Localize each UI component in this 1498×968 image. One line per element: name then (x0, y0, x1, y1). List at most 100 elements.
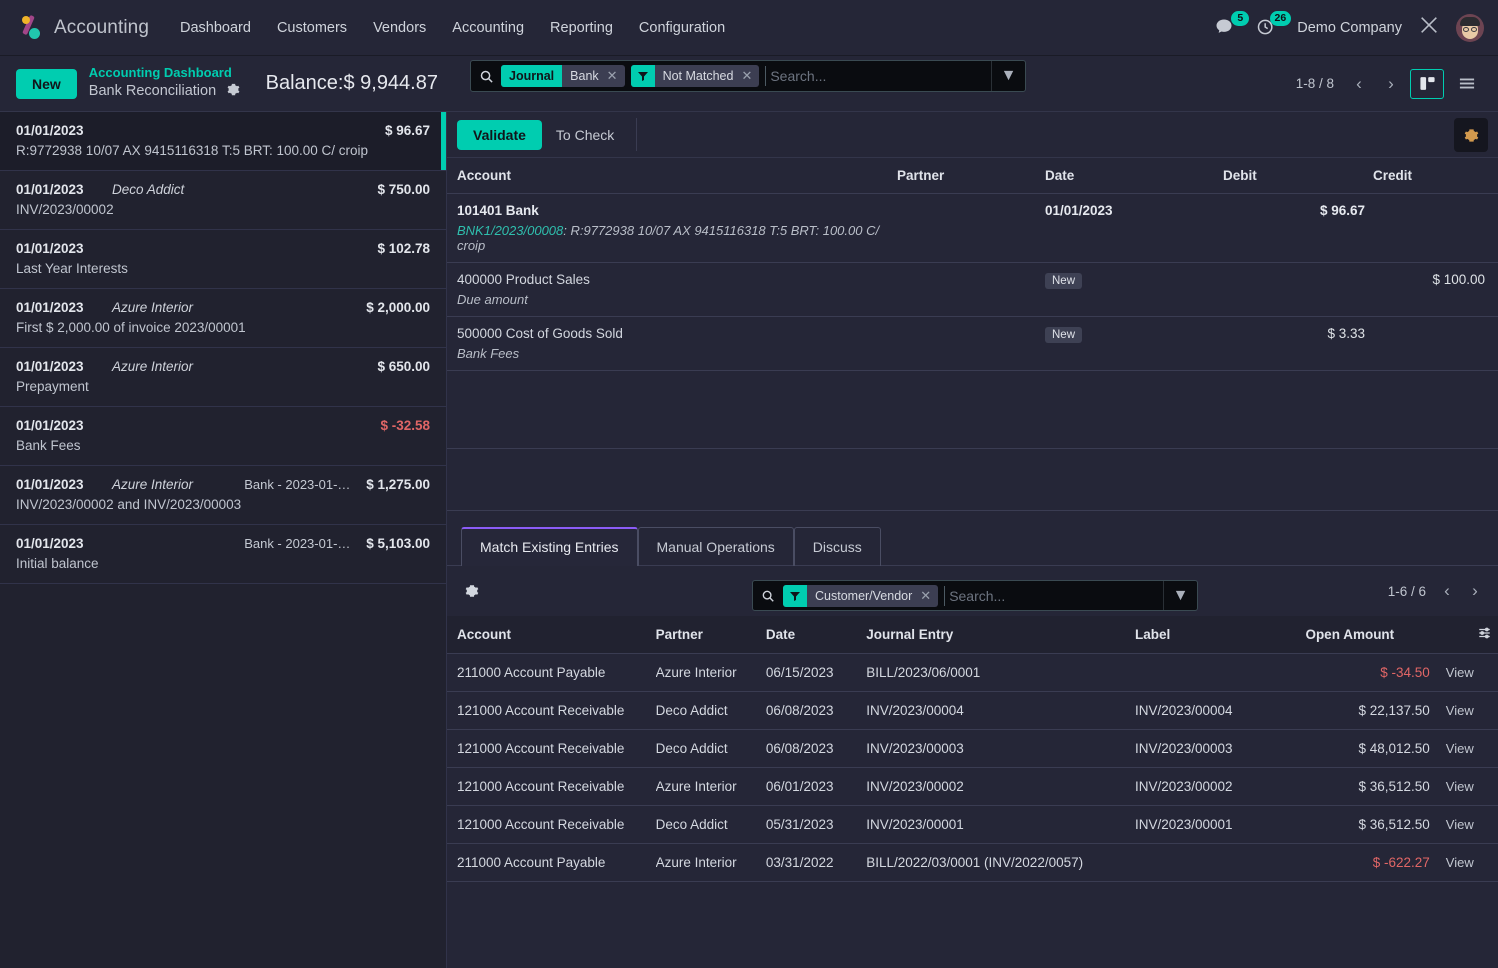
journal-line-credit (1373, 193, 1493, 263)
line-partner: Azure Interior (112, 359, 194, 374)
matching-search-input[interactable] (944, 585, 1163, 606)
validate-button[interactable]: Validate (457, 119, 542, 150)
header-partner: Partner (655, 616, 766, 654)
matching-pager-previous-button[interactable]: ‹ (1434, 578, 1460, 604)
matching-row[interactable]: 211000 Account Payable Azure Interior 06… (447, 653, 1498, 692)
matching-entries-table: Account Partner Date Journal Entry Label… (447, 616, 1498, 882)
menu-item-accounting[interactable]: Accounting (439, 14, 537, 42)
journal-line-row[interactable]: 500000 Cost of Goods Sold Bank Fees New … (447, 316, 1498, 371)
matching-settings-gear-icon[interactable] (457, 584, 487, 598)
pager-previous-button[interactable]: ‹ (1346, 71, 1372, 97)
header-journal-entry: Journal Entry (866, 616, 1135, 654)
new-button[interactable]: New (16, 68, 77, 99)
reconcile-settings-gear-icon[interactable] (1454, 118, 1488, 152)
filter-icon (630, 65, 655, 87)
statement-line-row[interactable]: 01/01/2023 $ 102.78 Last Year Interests (0, 230, 446, 289)
action-divider (636, 118, 638, 151)
matching-search-bar[interactable]: Customer/Vendor ✕ ▼ (752, 580, 1198, 611)
matching-facet-customer-vendor[interactable]: Customer/Vendor ✕ (783, 584, 939, 607)
user-avatar[interactable] (1456, 13, 1484, 42)
view-button[interactable]: View (1446, 665, 1474, 680)
header-optional-columns (1435, 616, 1498, 654)
search-icon (471, 69, 501, 84)
column-settings-icon[interactable] (1477, 626, 1492, 643)
matching-facet-remove-icon[interactable]: ✕ (918, 585, 938, 607)
menu-item-vendors[interactable]: Vendors (360, 14, 439, 42)
match-date: 06/01/2023 (765, 767, 867, 806)
journal-move-link[interactable]: BNK1/2023/00008 (457, 223, 563, 238)
journal-entry-lines-table: Account Partner Date Debit Credit 101401… (447, 158, 1498, 371)
to-check-button[interactable]: To Check (542, 120, 628, 150)
breadcrumb-parent-link[interactable]: Accounting Dashboard (89, 65, 240, 81)
app-brand[interactable]: Accounting (16, 14, 149, 42)
match-partner: Azure Interior (655, 843, 766, 882)
tab-manual-operations[interactable]: Manual Operations (637, 527, 794, 566)
journal-line-description: Due amount (457, 292, 528, 307)
menu-item-reporting[interactable]: Reporting (537, 14, 626, 42)
tab-match-existing-entries[interactable]: Match Existing Entries (461, 527, 638, 566)
match-journal-entry: INV/2023/00003 (866, 729, 1135, 768)
match-label: INV/2023/00004 (1134, 691, 1306, 730)
matching-row[interactable]: 121000 Account Receivable Deco Addict 05… (447, 805, 1498, 844)
line-amount: $ 96.67 (384, 123, 430, 138)
matching-row[interactable]: 121000 Account Receivable Deco Addict 06… (447, 691, 1498, 730)
match-account: 121000 Account Receivable (447, 691, 656, 730)
pager-next-button[interactable]: › (1378, 71, 1404, 97)
matching-row[interactable]: 211000 Account Payable Azure Interior 03… (447, 843, 1498, 882)
view-button[interactable]: View (1446, 741, 1474, 756)
facet-remove-journal-icon[interactable]: ✕ (605, 65, 625, 87)
match-partner: Deco Addict (655, 691, 766, 730)
menu-item-configuration[interactable]: Configuration (626, 14, 738, 42)
line-date: 01/01/2023 (16, 359, 84, 374)
view-button[interactable]: View (1446, 817, 1474, 832)
menu-item-customers[interactable]: Customers (264, 14, 360, 42)
statement-line-row[interactable]: 01/01/2023 Azure Interior Bank - 2023-01… (0, 466, 446, 525)
menu-item-dashboard[interactable]: Dashboard (167, 14, 264, 42)
facet-value-journal: Bank (570, 69, 599, 83)
search-facet-journal[interactable]: Journal Bank ✕ (501, 65, 625, 87)
line-date: 01/01/2023 (16, 241, 84, 256)
company-switcher[interactable]: Demo Company (1297, 20, 1402, 36)
control-panel-right: 1-8 / 8 ‹ › (1296, 68, 1484, 99)
breadcrumb-current: Bank Reconciliation (88, 83, 217, 100)
match-open-amount: $ 36,512.50 (1305, 805, 1436, 844)
statement-lines-list: 01/01/2023 $ 96.67 R:9772938 10/07 AX 94… (0, 112, 447, 968)
match-account: 211000 Account Payable (447, 843, 656, 882)
journal-line-row[interactable]: 400000 Product Sales Due amount New $ 10… (447, 262, 1498, 317)
match-account: 121000 Account Receivable (447, 767, 656, 806)
statement-line-row[interactable]: 01/01/2023 $ -32.58 Bank Fees (0, 407, 446, 466)
main-menu: Dashboard Customers Vendors Accounting R… (167, 14, 738, 42)
matching-row[interactable]: 121000 Account Receivable Azure Interior… (447, 767, 1498, 806)
view-button[interactable]: View (1446, 779, 1474, 794)
matching-row[interactable]: 121000 Account Receivable Deco Addict 06… (447, 729, 1498, 768)
line-partner: Azure Interior (112, 477, 194, 492)
journal-line-row[interactable]: 101401 Bank BNK1/2023/00008: R:9772938 1… (447, 193, 1498, 263)
journal-line-date: 01/01/2023 (1045, 193, 1223, 263)
debug-tools-icon[interactable] (1418, 14, 1440, 41)
journal-line-debit: $ 3.33 (1223, 316, 1373, 371)
search-facet-not-matched[interactable]: Not Matched ✕ (630, 65, 760, 87)
view-button[interactable]: View (1446, 703, 1474, 718)
search-bar[interactable]: Journal Bank ✕ Not Matched ✕ ▼ (470, 60, 1026, 92)
settings-gear-icon[interactable] (227, 82, 240, 102)
statement-line-row[interactable]: 01/01/2023 $ 96.67 R:9772938 10/07 AX 94… (0, 112, 446, 171)
line-reference: Bank - 2023-01-0… (244, 536, 357, 551)
statement-line-row[interactable]: 01/01/2023 Deco Addict $ 750.00 INV/2023… (0, 171, 446, 230)
view-button[interactable]: View (1446, 855, 1474, 870)
matching-search-dropdown-toggle-icon[interactable]: ▼ (1163, 581, 1197, 610)
activities-clock-icon[interactable]: 26 (1255, 10, 1292, 39)
facet-remove-not-matched-icon[interactable]: ✕ (739, 65, 759, 87)
tab-discuss[interactable]: Discuss (793, 527, 881, 566)
messages-icon[interactable]: 5 (1213, 10, 1250, 39)
journal-line-debit: $ 96.67 (1223, 193, 1373, 263)
search-input[interactable] (765, 66, 991, 86)
matching-pager-next-button[interactable]: › (1462, 578, 1488, 604)
view-switcher-list-button[interactable] (1450, 69, 1484, 99)
statement-line-row[interactable]: 01/01/2023 Azure Interior $ 650.00 Prepa… (0, 348, 446, 407)
header-partner: Partner (897, 158, 1045, 194)
statement-line-row[interactable]: 01/01/2023 Bank - 2023-01-0… $ 5,103.00 … (0, 525, 446, 584)
statement-line-row[interactable]: 01/01/2023 Azure Interior $ 2,000.00 Fir… (0, 289, 446, 348)
search-dropdown-toggle-icon[interactable]: ▼ (991, 61, 1025, 91)
view-switcher-kanban-button[interactable] (1410, 68, 1444, 99)
search-icon (753, 589, 783, 603)
